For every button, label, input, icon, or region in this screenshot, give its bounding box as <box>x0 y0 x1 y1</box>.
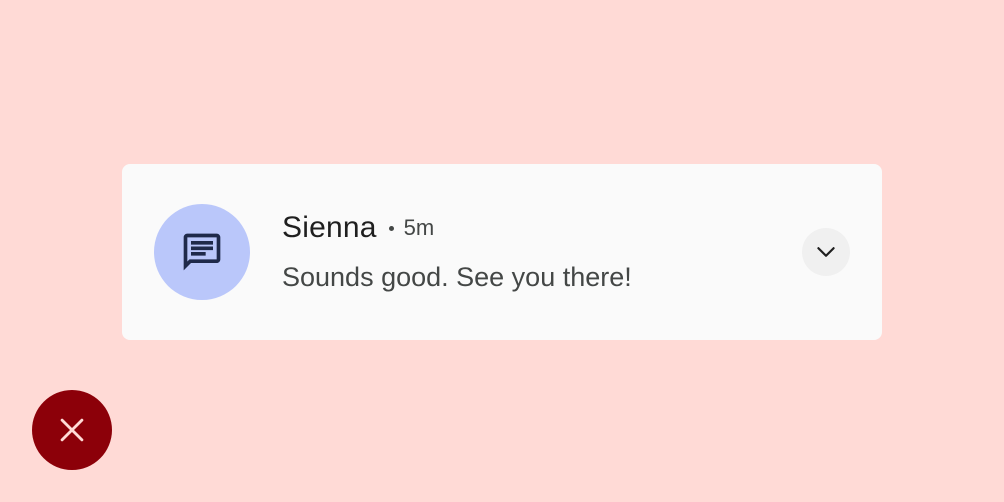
chat-message-icon <box>183 233 221 271</box>
separator-dot <box>388 225 394 231</box>
timestamp: 5m <box>403 215 435 240</box>
close-icon <box>60 418 84 442</box>
expand-button[interactable] <box>802 228 850 276</box>
message-text: Sounds good. See you there! <box>282 262 632 292</box>
dismiss-button[interactable] <box>32 390 112 470</box>
chevron-down-icon <box>817 247 835 257</box>
notification-header: Sienna 5m <box>282 208 434 248</box>
notification-card[interactable]: Sienna 5m Sounds good. See you there! <box>122 164 882 340</box>
sender-name: Sienna <box>282 211 377 244</box>
avatar <box>154 204 250 300</box>
screen: Sienna 5m Sounds good. See you there! <box>0 0 1004 502</box>
